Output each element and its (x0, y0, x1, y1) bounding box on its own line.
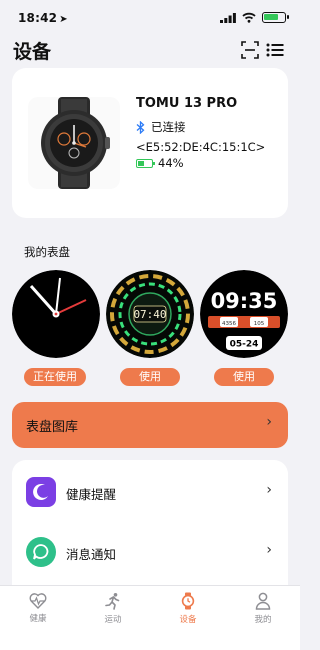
moon-icon (26, 477, 56, 507)
digital-face-stat-left: 4356 (222, 321, 236, 327)
connection-label: 已连接 (151, 120, 186, 134)
watch-face-analog[interactable] (12, 270, 100, 358)
face-button-use[interactable]: 使用 (120, 368, 180, 386)
scan-icon[interactable] (241, 41, 259, 59)
runner-icon (105, 593, 120, 610)
chat-bubble-icon (26, 537, 56, 567)
face-button-use[interactable]: 使用 (214, 368, 274, 386)
tab-label: 我的 (254, 615, 272, 625)
battery-percent: 44% (158, 156, 184, 170)
bluetooth-icon (136, 120, 145, 134)
cellular-signal-icon (220, 12, 236, 23)
list-icon[interactable] (266, 41, 284, 59)
tab-sport[interactable]: 运动 (83, 592, 143, 625)
settings-row-message-notify[interactable]: 消息通知 › (12, 524, 288, 580)
chevron-right-icon: › (266, 414, 272, 430)
status-indicators (220, 12, 289, 23)
device-name: TOMU 13 PRO (136, 96, 238, 111)
digital-face-stat-right: 105 (254, 321, 265, 327)
tab-label: 设备 (179, 615, 197, 625)
watch-face-neon[interactable]: 07:40 (106, 270, 194, 358)
heart-pulse-icon (29, 593, 47, 609)
tab-bar: 健康 运动 设备 我的 (0, 585, 300, 650)
digital-face-date: 05-24 (230, 340, 259, 350)
settings-label: 健康提醒 (66, 487, 117, 502)
settings-card: 健康提醒 › 消息通知 › (12, 460, 288, 590)
watch-icon (181, 592, 195, 610)
person-icon (255, 592, 271, 610)
watch-face-digital[interactable]: 09:35 4356 105 05-24 (200, 270, 288, 358)
digital-face-time: 09:35 (211, 289, 278, 313)
tab-health[interactable]: 健康 (8, 592, 68, 624)
status-bar: 18:42 ➤ (0, 0, 300, 36)
location-arrow-icon: ➤ (59, 14, 68, 25)
device-card[interactable]: TOMU 13 PRO 已连接 <E5:52:DE:4C:15:1C> 44% (12, 68, 288, 218)
tab-device[interactable]: 设备 (158, 592, 218, 625)
tab-label: 健康 (29, 614, 47, 624)
header: 设备 (0, 36, 300, 66)
wifi-icon (242, 12, 256, 23)
watch-face-gallery-button[interactable]: 表盘图库 › (12, 402, 288, 448)
device-battery: 44% (136, 156, 184, 170)
neon-face-time: 07:40 (133, 308, 166, 321)
face-button-in-use[interactable]: 正在使用 (24, 368, 86, 386)
connection-status: 已连接 (136, 119, 186, 135)
gallery-label: 表盘图库 (26, 420, 79, 435)
watch-image (28, 97, 120, 189)
battery-icon (136, 158, 155, 168)
chevron-right-icon: › (266, 542, 272, 558)
chevron-right-icon: › (266, 482, 272, 498)
settings-row-health-reminder[interactable]: 健康提醒 › (12, 464, 288, 520)
section-label-watch-faces: 我的表盘 (24, 245, 70, 259)
page-title: 设备 (13, 41, 52, 63)
battery-status-icon (262, 12, 289, 23)
settings-label: 消息通知 (66, 547, 117, 562)
tab-me[interactable]: 我的 (233, 592, 293, 625)
tab-label: 运动 (104, 615, 122, 625)
status-time: 18:42 ➤ (18, 11, 68, 25)
mac-address: <E5:52:DE:4C:15:1C> (136, 140, 266, 154)
